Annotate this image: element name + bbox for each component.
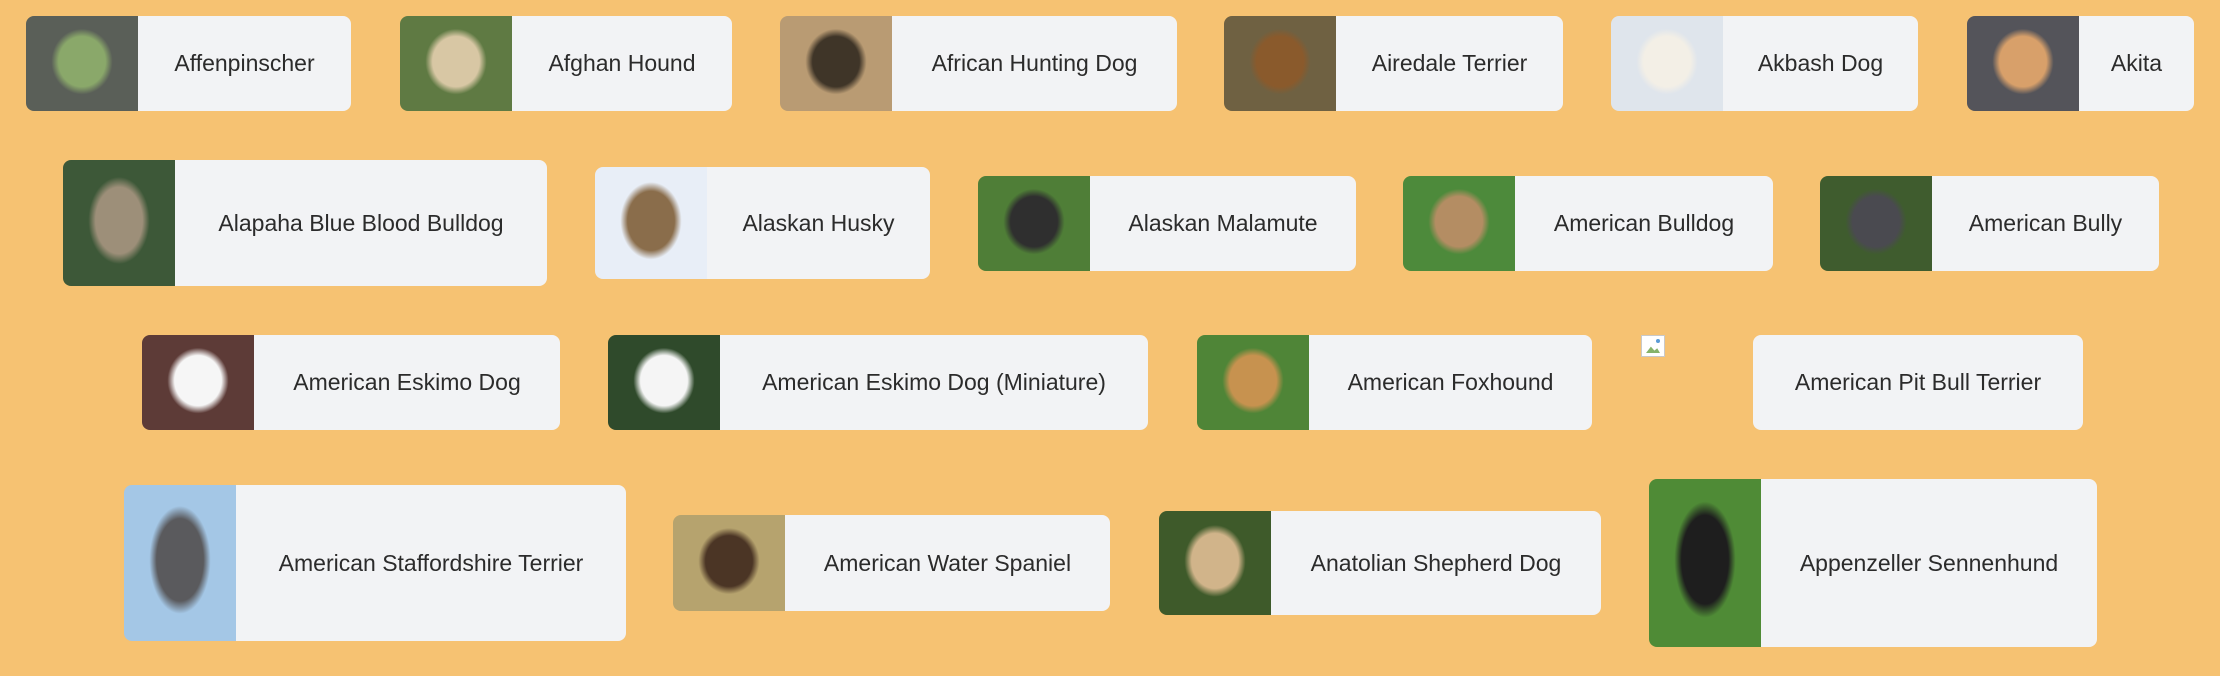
breed-photo (1159, 511, 1271, 615)
breed-photo (780, 16, 892, 111)
breed-photo (1197, 335, 1309, 430)
breed-photo (1224, 16, 1336, 111)
breed-card[interactable]: Alaskan Malamute (978, 176, 1356, 271)
breed-card[interactable]: Anatolian Shepherd Dog (1159, 511, 1601, 615)
breed-card[interactable]: American Staffordshire Terrier (124, 485, 626, 641)
breed-card[interactable]: Akbash Dog (1611, 16, 1918, 111)
breed-card[interactable]: American Bulldog (1403, 176, 1773, 271)
breed-card[interactable]: American Foxhound (1197, 335, 1592, 430)
breed-name: Anatolian Shepherd Dog (1271, 511, 1601, 615)
breed-name: Affenpinscher (138, 16, 351, 111)
breed-photo (1820, 176, 1932, 271)
breed-name: Appenzeller Sennenhund (1761, 479, 2097, 647)
breed-photo (142, 335, 254, 430)
breed-card[interactable]: Akita (1967, 16, 2194, 111)
breed-name: Alaskan Husky (707, 167, 930, 279)
breed-name: Alapaha Blue Blood Bulldog (175, 160, 547, 286)
breed-photo (1649, 479, 1761, 647)
breed-card[interactable]: Alapaha Blue Blood Bulldog (63, 160, 547, 286)
breed-card[interactable]: American Bully (1820, 176, 2159, 271)
breed-name: American Bully (1932, 176, 2159, 271)
breed-name: American Eskimo Dog (254, 335, 560, 430)
breed-photo (978, 176, 1090, 271)
breed-photo (673, 515, 785, 611)
breed-card[interactable]: Airedale Terrier (1224, 16, 1563, 111)
breed-card[interactable]: Affenpinscher (26, 16, 351, 111)
broken-image-icon (1641, 335, 1665, 357)
breed-name: Afghan Hound (512, 16, 732, 111)
breed-card[interactable]: American Eskimo Dog (Miniature) (608, 335, 1148, 430)
breed-card[interactable]: American Eskimo Dog (142, 335, 560, 430)
breed-photo (608, 335, 720, 430)
breed-name: American Pit Bull Terrier (1753, 335, 2083, 430)
breed-name: Akita (2079, 16, 2194, 111)
breed-photo (26, 16, 138, 111)
breed-name: African Hunting Dog (892, 16, 1177, 111)
breed-name: Akbash Dog (1723, 16, 1918, 111)
breed-card[interactable]: Afghan Hound (400, 16, 732, 111)
breed-photo (63, 160, 175, 286)
breed-photo (1641, 335, 1753, 430)
breed-photo (595, 167, 707, 279)
breed-photo (1611, 16, 1723, 111)
breed-photo (124, 485, 236, 641)
breed-photo (1403, 176, 1515, 271)
breed-card[interactable]: Alaskan Husky (595, 167, 930, 279)
breed-card[interactable]: American Pit Bull Terrier (1641, 335, 2083, 430)
breed-card[interactable]: American Water Spaniel (673, 515, 1110, 611)
breed-name: American Eskimo Dog (Miniature) (720, 335, 1148, 430)
breed-name: American Water Spaniel (785, 515, 1110, 611)
breed-name: American Foxhound (1309, 335, 1592, 430)
breed-photo (400, 16, 512, 111)
breed-name: American Staffordshire Terrier (236, 485, 626, 641)
breed-name: Airedale Terrier (1336, 16, 1563, 111)
breed-card[interactable]: African Hunting Dog (780, 16, 1177, 111)
breed-name: American Bulldog (1515, 176, 1773, 271)
breed-name: Alaskan Malamute (1090, 176, 1356, 271)
breed-photo (1967, 16, 2079, 111)
breed-card[interactable]: Appenzeller Sennenhund (1649, 479, 2097, 647)
